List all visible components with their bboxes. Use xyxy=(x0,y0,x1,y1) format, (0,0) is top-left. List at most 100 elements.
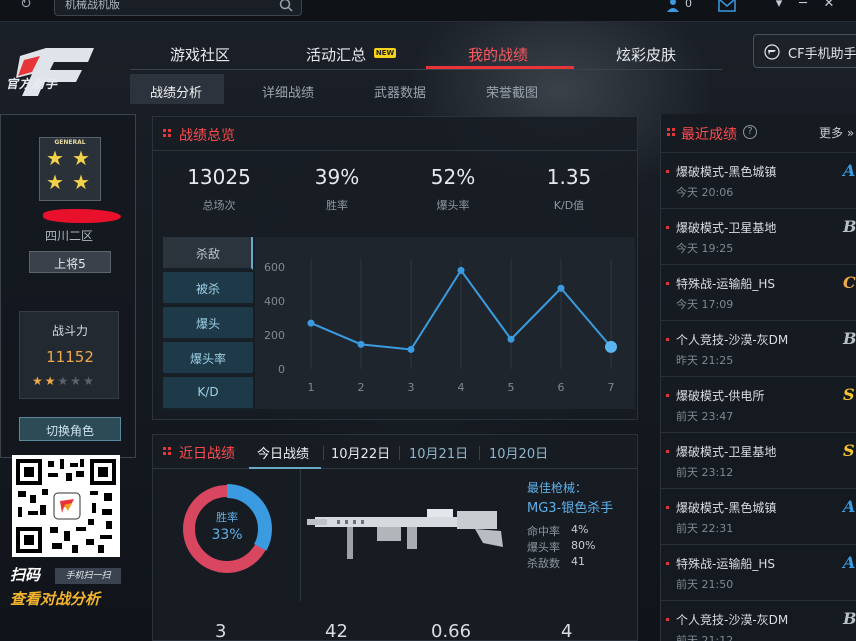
qr-code xyxy=(12,455,120,557)
tab-oct21[interactable]: 10月21日 xyxy=(409,443,468,462)
recent-time: 前天 21:50 xyxy=(676,578,734,591)
recent-item[interactable]: 特殊战-运输船_HS 前天 21:50 A xyxy=(661,544,856,600)
win-rate-donut: 胜率 33% xyxy=(153,469,301,601)
y-tick-label: 200 xyxy=(264,329,285,342)
stat-kd: 1.35 xyxy=(546,165,592,189)
stat-headshot-rate: 52% xyxy=(430,165,476,189)
rank-badge: GENERAL ★ ★ ★ ★ xyxy=(39,137,101,201)
recent-mode: 爆破模式-黑色城镇 xyxy=(676,501,777,515)
daily-stat-value: 0.66 xyxy=(431,621,472,641)
top-bar: ↻ 0 ▾ ─ ✕ xyxy=(0,0,856,22)
refresh-icon[interactable]: ↻ xyxy=(20,0,38,14)
metric-tab-deaths[interactable]: 被杀 xyxy=(163,272,253,305)
recent-grade: A xyxy=(843,497,856,516)
section-icon xyxy=(163,447,172,456)
metric-tab-label: 爆头率 xyxy=(189,352,226,366)
tab-detail[interactable]: 详细战绩 xyxy=(262,82,314,101)
scan-text: 扫码 xyxy=(10,566,41,584)
recent-item[interactable]: 爆破模式-卫星基地 今天 19:25 B xyxy=(661,208,856,264)
best-weapon-name: MG3-银色杀手 xyxy=(527,501,614,516)
main-nav: 游戏社区 活动汇总 NEW 我的战绩 炫彩皮肤 xyxy=(130,40,722,70)
rank-star-icon: ★ xyxy=(72,146,90,170)
profile-panel: GENERAL ★ ★ ★ ★ 四川二区 上将5 战斗力 11152 ★★★★★… xyxy=(0,114,136,458)
close-icon[interactable]: ✕ xyxy=(822,0,836,11)
switch-role-button[interactable]: 切换角色 xyxy=(19,417,121,441)
new-badge: NEW xyxy=(374,48,396,58)
more-link[interactable]: 更多 » xyxy=(819,124,854,141)
tab-oct22[interactable]: 10月22日 xyxy=(331,443,390,462)
recent-item[interactable]: 爆破模式-卫星基地 前天 23:12 S xyxy=(661,432,856,488)
recent-mode: 爆破模式-卫星基地 xyxy=(676,221,777,235)
tab-today[interactable]: 今日战绩 xyxy=(257,443,309,462)
recent-item[interactable]: 爆破模式-黑色城镇 今天 20:06 A xyxy=(661,152,856,208)
tab-honor[interactable]: 荣誉截图 xyxy=(486,82,538,101)
bullet-dot xyxy=(666,170,669,173)
weapon-image xyxy=(307,509,503,559)
rank-star-icon: ★ xyxy=(72,170,90,194)
section-icon xyxy=(163,129,172,138)
daily-stat-value: 42 xyxy=(325,621,348,641)
recent-item[interactable]: 爆破模式-黑色城镇 前天 22:31 A xyxy=(661,488,856,544)
tab-analysis[interactable]: 战绩分析 xyxy=(130,74,224,104)
recent-grade: B xyxy=(843,609,856,628)
metric-tab-label: 被杀 xyxy=(195,282,220,296)
metric-tab-kd[interactable]: K/D xyxy=(163,377,253,410)
star-empty-icon: ★ xyxy=(70,374,84,388)
search-input[interactable] xyxy=(65,0,265,11)
tab-separator xyxy=(323,446,324,460)
cf-helper-icon xyxy=(764,44,780,60)
nav-events[interactable]: 活动汇总 xyxy=(306,44,366,65)
stat-win-rate: 39% xyxy=(314,165,360,189)
chart-area: 1 2 3 4 5 6 7 0 200 400 600 xyxy=(255,237,635,409)
rank-button[interactable]: 上将5 xyxy=(29,251,111,273)
tab-separator xyxy=(479,446,480,460)
recent-item[interactable]: 个人竞技-沙漠-灰DM 昨天 21:25 B xyxy=(661,320,856,376)
metric-tab-label: 杀敌 xyxy=(195,247,220,261)
y-tick-label: 0 xyxy=(278,363,285,376)
menu-dropdown-icon[interactable]: ▾ xyxy=(772,0,786,11)
win-rate-value: 33% xyxy=(211,527,243,543)
stat-headshot-rate-label: 爆头率 xyxy=(436,199,470,212)
tab-analysis-label: 战绩分析 xyxy=(150,86,203,101)
stat-kd-label: K/D值 xyxy=(553,199,585,212)
recent-grade: S xyxy=(843,441,855,460)
star-filled-icon: ★ xyxy=(32,374,45,388)
weapon-hit-rate-label: 命中率 xyxy=(527,525,560,538)
minimize-icon[interactable]: ─ xyxy=(796,0,810,11)
nav-my-records[interactable]: 我的战绩 xyxy=(468,44,528,65)
metric-tab-headshot-rate[interactable]: 爆头率 xyxy=(163,342,253,375)
metric-tab-kills[interactable]: 杀敌 xyxy=(163,237,253,270)
weapon-kills-value: 41 xyxy=(571,555,585,568)
bullet-dot xyxy=(666,562,669,565)
power-value: 11152 xyxy=(46,348,94,366)
x-tick-label: 5 xyxy=(508,381,515,394)
rank-badge-text: GENERAL xyxy=(54,139,86,146)
nav-skins[interactable]: 炫彩皮肤 xyxy=(616,44,676,65)
mail-icon[interactable] xyxy=(718,0,736,12)
data-point xyxy=(357,340,365,348)
bullet-dot xyxy=(666,618,669,621)
help-icon[interactable]: ? xyxy=(743,125,757,139)
tab-weapons[interactable]: 武器数据 xyxy=(374,82,426,101)
recent-item[interactable]: 特殊战-运输船_HS 今天 17:09 C xyxy=(661,264,856,320)
player-name-redacted xyxy=(43,209,121,223)
recent-mode: 个人竞技-沙漠-灰DM xyxy=(676,613,789,627)
stat-total-games: 13025 xyxy=(187,165,251,189)
nav-community[interactable]: 游戏社区 xyxy=(170,44,230,65)
x-tick-label: 2 xyxy=(358,381,365,394)
recent-time: 今天 19:25 xyxy=(676,242,734,255)
search-box[interactable] xyxy=(54,0,302,16)
y-tick-label: 400 xyxy=(264,295,285,308)
tab-oct20[interactable]: 10月20日 xyxy=(489,443,548,462)
recent-mode: 爆破模式-黑色城镇 xyxy=(676,165,777,179)
search-icon[interactable] xyxy=(279,0,293,12)
user-icon[interactable] xyxy=(666,0,680,12)
metric-tab-headshots[interactable]: 爆头 xyxy=(163,307,253,340)
recent-item[interactable]: 爆破模式-供电所 前天 23:47 S xyxy=(661,376,856,432)
recent-item[interactable]: 个人竞技-沙漠-灰DM 前天 21:12 B xyxy=(661,600,856,641)
metric-tab-label: K/D xyxy=(197,385,219,399)
stat-win-rate-label: 胜率 xyxy=(326,199,348,212)
daily-header: 近日战绩 今日战绩 10月22日 10月21日 10月20日 xyxy=(153,435,637,469)
cf-mobile-helper-button[interactable]: CF手机助手 xyxy=(753,34,856,68)
switch-role-label: 切换角色 xyxy=(45,424,94,438)
